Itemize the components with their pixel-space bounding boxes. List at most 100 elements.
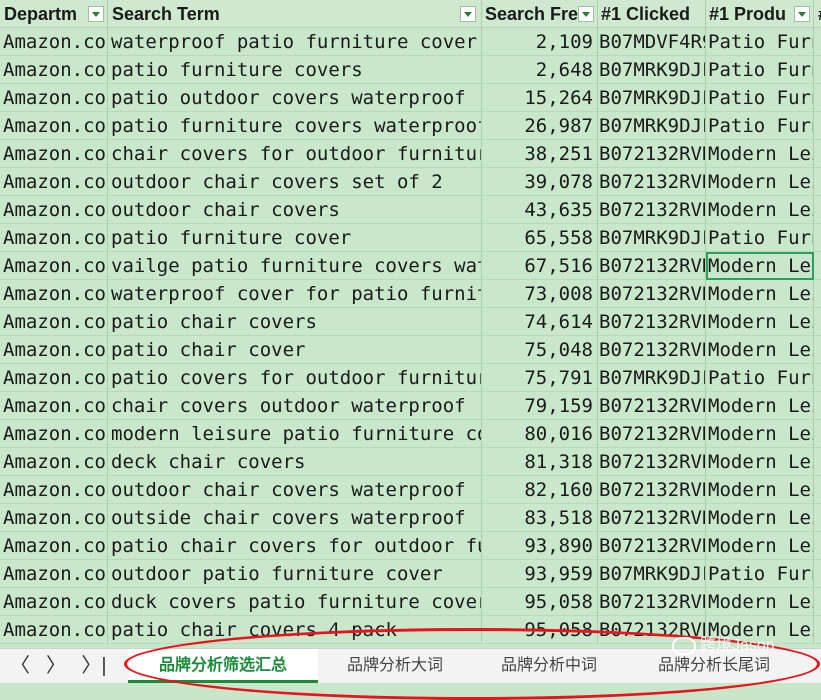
next-sheet-button[interactable]: 〉 — [42, 653, 70, 679]
cell-search-frequency[interactable]: 2,648 — [482, 56, 598, 84]
cell-clicked-asin[interactable]: B07MRK9DJF — [598, 560, 706, 588]
cell-clicked-asin[interactable]: B07MDVF4R9 — [598, 28, 706, 56]
cell-clicked-asin[interactable]: B07MRK9DJF — [598, 84, 706, 112]
cell-search-term[interactable]: patio chair covers — [108, 308, 482, 336]
cell-product[interactable]: Patio Furniture — [706, 560, 814, 588]
cell-product[interactable]: Patio Furniture — [706, 56, 814, 84]
spreadsheet-grid[interactable]: Departm Search Term Search Fre #1 Clicke… — [0, 0, 821, 648]
cell-clicked-asin[interactable]: B072132RVH — [598, 308, 706, 336]
cell-search-term[interactable]: modern leisure patio furniture covers — [108, 420, 482, 448]
cell-next-column[interactable] — [814, 392, 821, 420]
cell-search-frequency[interactable]: 79,159 — [482, 392, 598, 420]
cell-search-term[interactable]: outdoor chair covers waterproof — [108, 476, 482, 504]
last-sheet-button[interactable]: 〉| — [80, 653, 108, 679]
sheet-tab-big-words[interactable]: 品牌分析大词 — [318, 649, 472, 683]
cell-next-column[interactable] — [814, 364, 821, 392]
cell-product[interactable]: Modern Leisure — [706, 392, 814, 420]
cell-search-term[interactable]: outdoor chair covers set of 2 — [108, 168, 482, 196]
cell-search-frequency[interactable]: 83,518 — [482, 504, 598, 532]
cell-product[interactable]: Patio Furniture — [706, 364, 814, 392]
cell-search-term[interactable]: waterproof patio furniture cover — [108, 28, 482, 56]
cell-department[interactable]: Amazon.com — [0, 308, 108, 336]
cell-next-column[interactable] — [814, 140, 821, 168]
column-header-top-product[interactable]: #1 Produ — [706, 0, 814, 28]
cell-next-column[interactable] — [814, 168, 821, 196]
cell-product[interactable]: Modern Leisure — [706, 588, 814, 616]
cell-next-column[interactable] — [814, 112, 821, 140]
cell-department[interactable]: Amazon.com — [0, 392, 108, 420]
cell-search-term[interactable]: outside chair covers waterproof — [108, 504, 482, 532]
column-header-department[interactable]: Departm — [0, 0, 108, 28]
cell-search-frequency[interactable]: 81,318 — [482, 448, 598, 476]
cell-department[interactable]: Amazon.com — [0, 420, 108, 448]
cell-department[interactable]: Amazon.com — [0, 280, 108, 308]
cell-product[interactable]: Modern Leisure — [706, 308, 814, 336]
cell-search-term[interactable]: chair covers outdoor waterproof — [108, 392, 482, 420]
cell-search-term[interactable]: patio chair cover — [108, 336, 482, 364]
cell-search-term[interactable]: patio outdoor covers waterproof — [108, 84, 482, 112]
cell-product[interactable]: Modern Leisure — [706, 140, 814, 168]
cell-product[interactable]: Patio Furniture — [706, 28, 814, 56]
cell-search-term[interactable]: deck chair covers — [108, 448, 482, 476]
cell-next-column[interactable] — [814, 616, 821, 644]
cell-search-frequency[interactable]: 82,160 — [482, 476, 598, 504]
cell-clicked-asin[interactable]: B072132RVH — [598, 196, 706, 224]
cell-search-frequency[interactable]: 93,890 — [482, 532, 598, 560]
cell-clicked-asin[interactable]: B072132RVH — [598, 140, 706, 168]
cell-product[interactable]: Modern Leisure — [706, 476, 814, 504]
cell-search-frequency[interactable]: 95,058 — [482, 588, 598, 616]
cell-department[interactable]: Amazon.com — [0, 28, 108, 56]
cell-product[interactable]: Modern Leisure — [706, 532, 814, 560]
cell-department[interactable]: Amazon.com — [0, 224, 108, 252]
cell-search-frequency[interactable]: 38,251 — [482, 140, 598, 168]
column-header-search-frequency[interactable]: Search Fre — [482, 0, 598, 28]
cell-next-column[interactable] — [814, 420, 821, 448]
cell-next-column[interactable] — [814, 84, 821, 112]
cell-department[interactable]: Amazon.com — [0, 168, 108, 196]
cell-department[interactable]: Amazon.com — [0, 588, 108, 616]
cell-department[interactable]: Amazon.com — [0, 112, 108, 140]
cell-product[interactable]: Modern Leisure — [706, 196, 814, 224]
cell-next-column[interactable] — [814, 308, 821, 336]
cell-department[interactable]: Amazon.com — [0, 56, 108, 84]
cell-next-column[interactable] — [814, 224, 821, 252]
cell-clicked-asin[interactable]: B072132RVH — [598, 280, 706, 308]
filter-dropdown-icon[interactable] — [578, 6, 594, 22]
prev-sheet-button[interactable]: 〈 — [6, 653, 34, 679]
cell-product[interactable]: Modern Leisure — [706, 280, 814, 308]
cell-search-term[interactable]: waterproof cover for patio furniture — [108, 280, 482, 308]
cell-clicked-asin[interactable]: B07MRK9DJF — [598, 224, 706, 252]
cell-search-term[interactable]: patio chair covers for outdoor furniture — [108, 532, 482, 560]
cell-department[interactable]: Amazon.com — [0, 364, 108, 392]
cell-product[interactable]: Modern Leisure — [706, 420, 814, 448]
cell-department[interactable]: Amazon.com — [0, 196, 108, 224]
cell-clicked-asin[interactable]: B072132RVH — [598, 392, 706, 420]
cell-department[interactable]: Amazon.com — [0, 140, 108, 168]
filter-dropdown-icon[interactable] — [460, 6, 476, 22]
cell-search-term[interactable]: chair covers for outdoor furniture — [108, 140, 482, 168]
cell-department[interactable]: Amazon.com — [0, 336, 108, 364]
cell-next-column[interactable] — [814, 476, 821, 504]
cell-product[interactable]: Patio Furniture — [706, 84, 814, 112]
cell-next-column[interactable] — [814, 588, 821, 616]
cell-department[interactable]: Amazon.com — [0, 560, 108, 588]
cell-search-frequency[interactable]: 65,558 — [482, 224, 598, 252]
cell-search-term[interactable]: vailge patio furniture covers waterproof — [108, 252, 482, 280]
cell-product[interactable]: Modern Leisure — [706, 448, 814, 476]
cell-next-column[interactable] — [814, 448, 821, 476]
cell-department[interactable]: Amazon.com — [0, 448, 108, 476]
cell-search-term[interactable]: patio furniture cover — [108, 224, 482, 252]
cell-next-column[interactable] — [814, 280, 821, 308]
cell-clicked-asin[interactable]: B072132RVH — [598, 476, 706, 504]
cell-next-column[interactable] — [814, 28, 821, 56]
cell-search-frequency[interactable]: 75,048 — [482, 336, 598, 364]
cell-product[interactable]: Modern Leisure — [706, 504, 814, 532]
cell-product[interactable]: Modern Leisure — [706, 336, 814, 364]
sheet-tab-mid-words[interactable]: 品牌分析中词 — [472, 649, 626, 683]
cell-clicked-asin[interactable]: B072132RVH — [598, 448, 706, 476]
sheet-tab-filter-summary[interactable]: 品牌分析筛选汇总 — [128, 649, 318, 683]
column-header-next[interactable]: # — [814, 0, 821, 28]
cell-department[interactable]: Amazon.com — [0, 252, 108, 280]
cell-clicked-asin[interactable]: B072132RVH — [598, 336, 706, 364]
cell-search-frequency[interactable]: 80,016 — [482, 420, 598, 448]
